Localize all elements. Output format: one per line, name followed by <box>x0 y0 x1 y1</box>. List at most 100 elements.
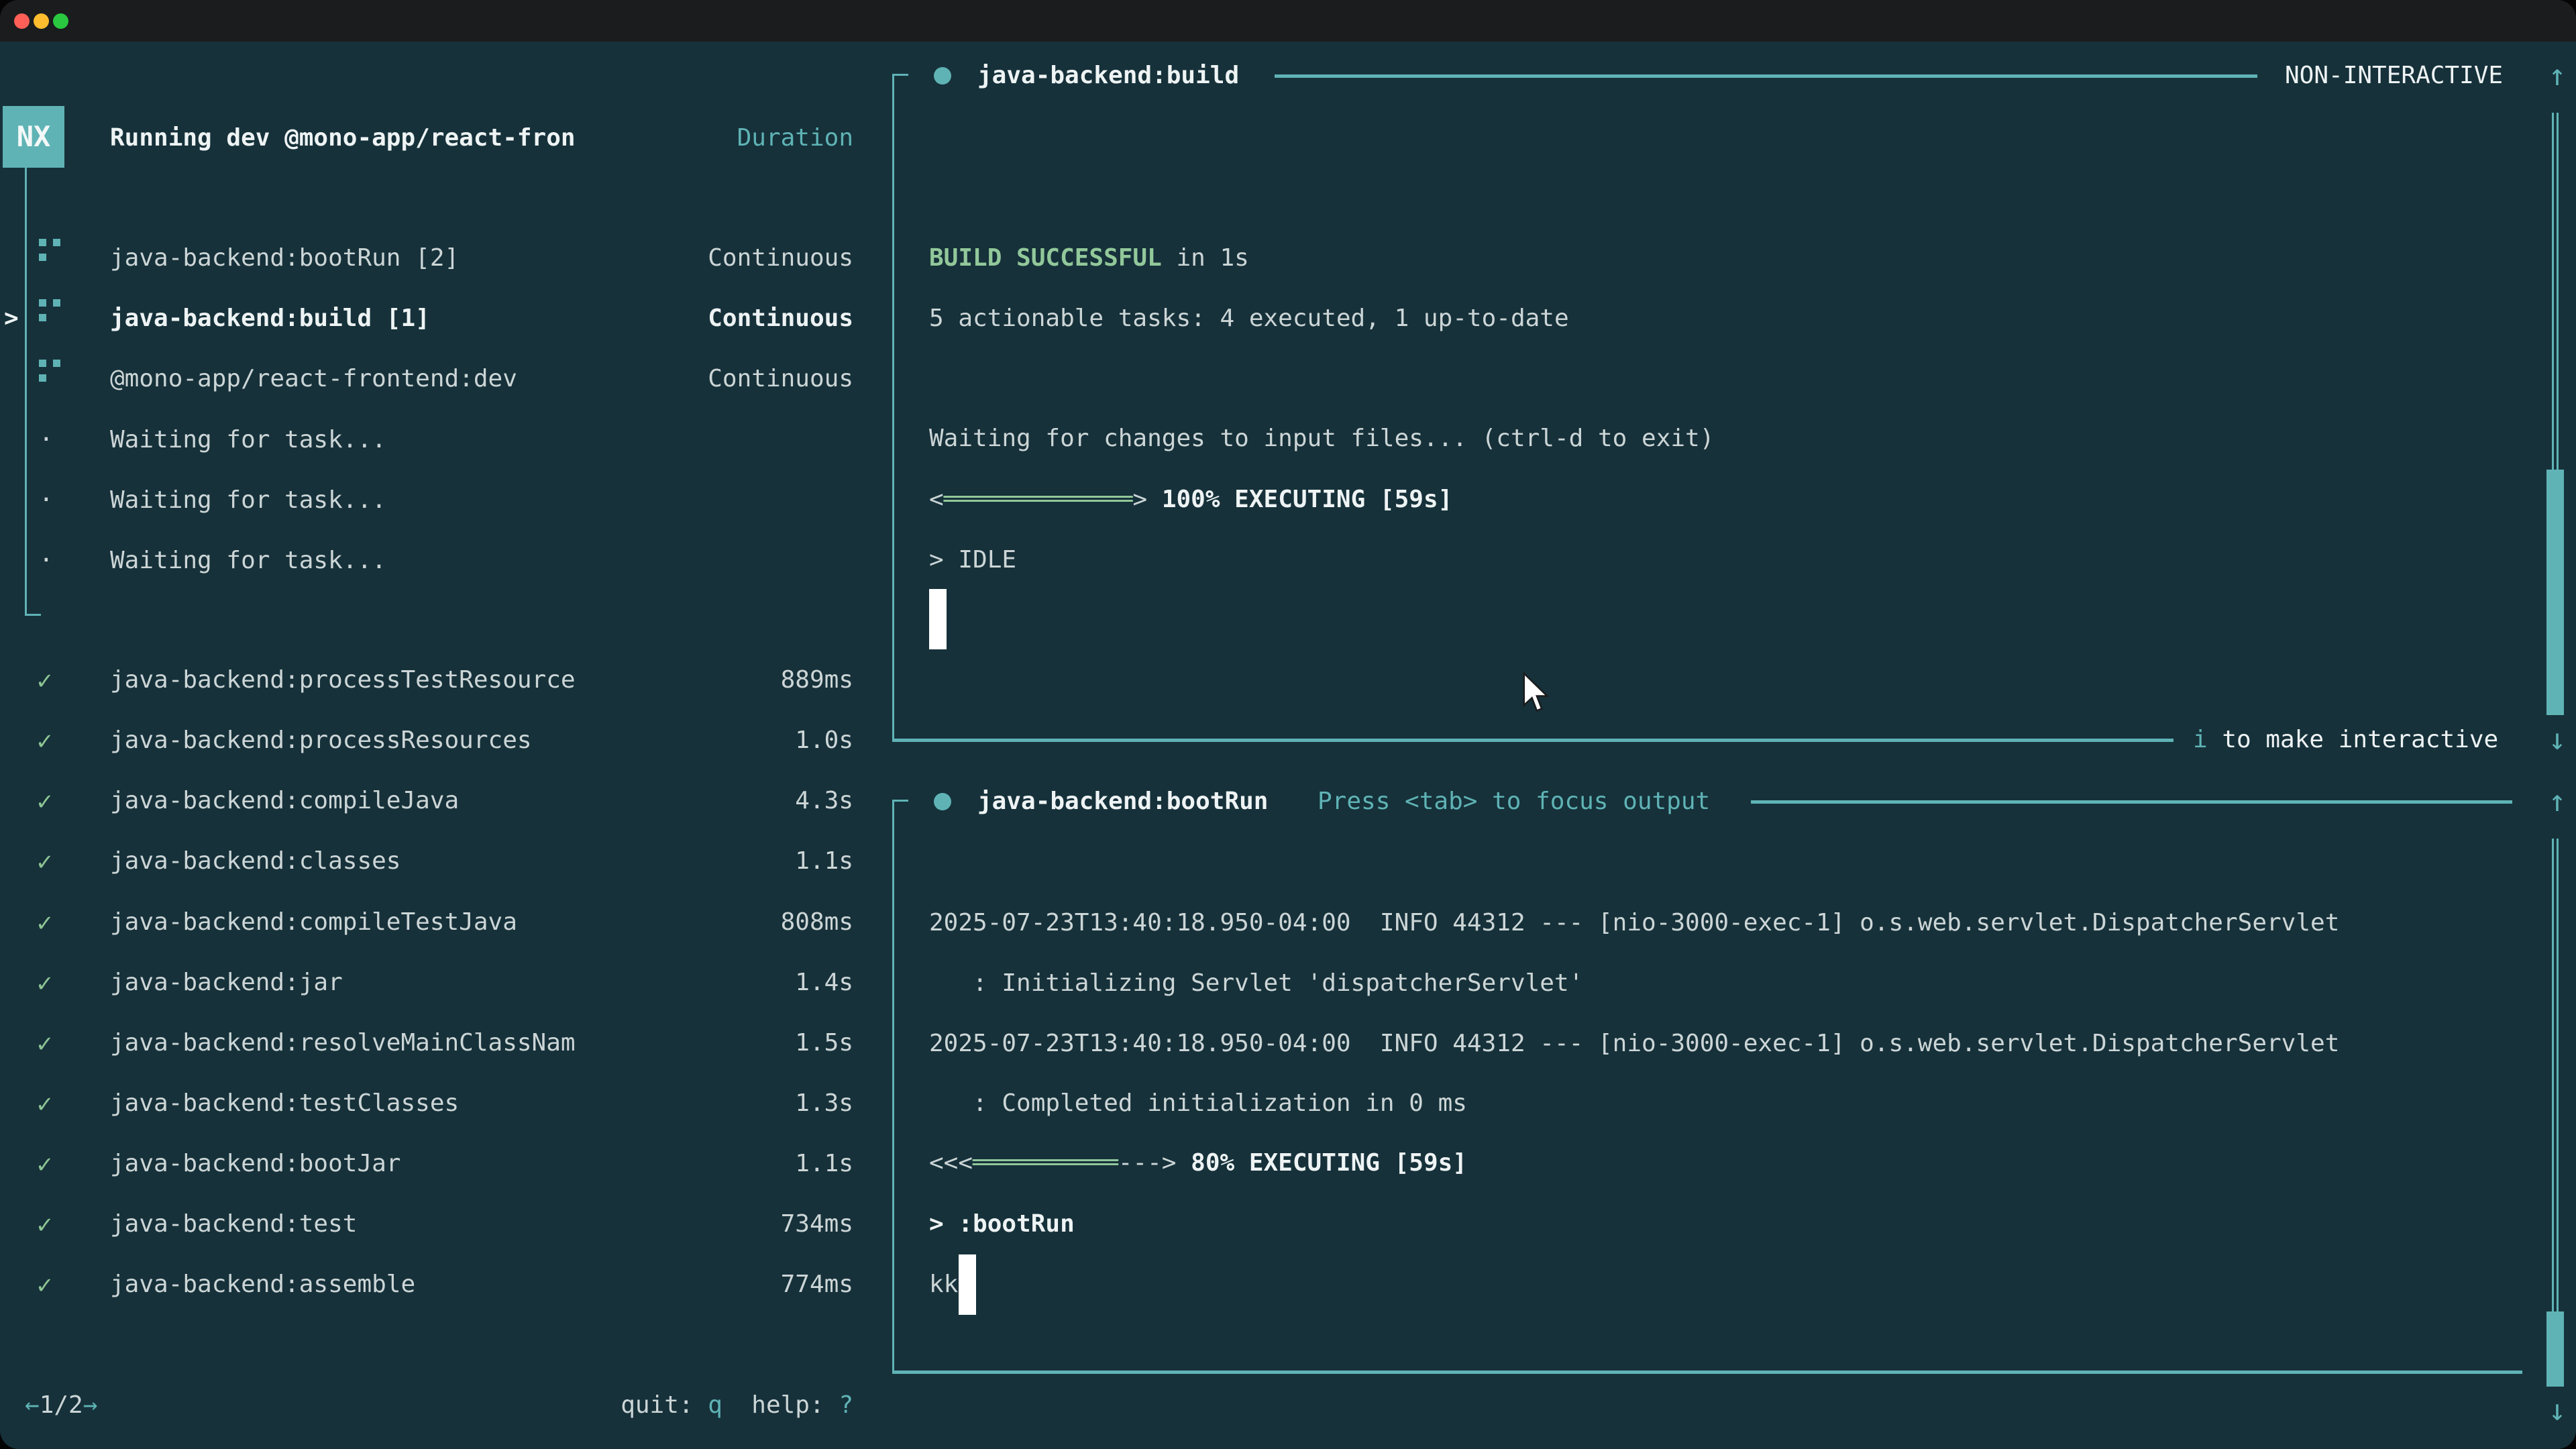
task-group-bracket-corner <box>25 614 41 616</box>
mouse-cursor <box>1521 672 1551 716</box>
interactive-hint-key: i <box>2193 726 2208 753</box>
task-name: Waiting for task... <box>110 531 386 591</box>
maximize-button[interactable] <box>53 13 68 29</box>
terminal-cursor <box>929 589 947 649</box>
completed-task-row[interactable]: ✓ java-backend:bootJar 1.1s <box>0 1134 892 1194</box>
scroll-up-icon[interactable]: ↑ <box>2537 771 2576 832</box>
log-line: 2025-07-23T13:40:18.950-04:00 INFO 44312… <box>929 893 2339 953</box>
log-line: : Completed initialization in 0 ms <box>929 1073 1467 1134</box>
check-icon: ✓ <box>37 650 52 710</box>
waiting-dot-icon: · <box>39 531 54 591</box>
check-icon: ✓ <box>37 1194 52 1254</box>
mode-badge: NON-INTERACTIVE <box>2285 46 2503 106</box>
completed-task-row[interactable]: ✓ java-backend:compileJava 4.3s <box>0 771 892 831</box>
task-name: java-backend:processTestResource <box>110 650 576 710</box>
pane-border-left <box>892 800 894 1373</box>
scroll-up-icon[interactable]: ↑ <box>2537 46 2576 106</box>
interactive-hint-text: to make interactive <box>2208 726 2498 753</box>
task-row[interactable]: · Waiting for task... <box>0 470 892 531</box>
duration-column-header: Duration <box>737 108 853 168</box>
minimize-button[interactable] <box>34 13 49 29</box>
pane-border-left <box>892 74 894 741</box>
completed-task-row[interactable]: ✓ java-backend:testClasses 1.3s <box>0 1073 892 1134</box>
scrollbar-track[interactable] <box>2552 113 2559 470</box>
task-name: java-backend:bootRun [2] <box>110 228 459 288</box>
prev-page-arrow-icon[interactable]: ← <box>25 1391 40 1419</box>
task-duration: 808ms <box>781 892 853 953</box>
scroll-down-icon[interactable]: ↓ <box>2537 710 2576 770</box>
titlebar <box>0 0 2576 42</box>
next-page-arrow-icon[interactable]: → <box>83 1391 98 1419</box>
pane-border-bottom <box>892 739 2174 742</box>
completed-task-row[interactable]: ✓ java-backend:processTestResource 889ms <box>0 650 892 710</box>
pane-border-corner <box>892 800 908 802</box>
pagination: ←1/2→ <box>25 1375 97 1436</box>
progress-fill: ═════════════ <box>944 486 1133 513</box>
task-duration: 4.3s <box>795 771 853 831</box>
task-name: java-backend:compileTestJava <box>110 892 517 953</box>
task-name: java-backend:compileJava <box>110 771 459 831</box>
task-name: Waiting for task... <box>110 410 386 470</box>
pane-border-corner <box>892 74 908 76</box>
spinner-icon <box>39 239 46 246</box>
task-row[interactable]: · Waiting for task... <box>0 531 892 591</box>
pane-header-rule <box>1275 74 2257 78</box>
progress-fill: ══════════ <box>973 1149 1118 1177</box>
gradle-task-prompt: > :bootRun <box>929 1194 1075 1254</box>
scrollbar-thumb[interactable] <box>2546 470 2564 715</box>
task-duration: 1.0s <box>795 710 853 771</box>
check-icon: ✓ <box>37 1013 52 1073</box>
idle-line: > IDLE <box>929 530 1016 590</box>
log-line: 2025-07-23T13:40:18.950-04:00 INFO 44312… <box>929 1014 2339 1074</box>
pane-border-bottom <box>892 1371 2522 1374</box>
check-icon: ✓ <box>37 710 52 771</box>
task-name: @mono-app/react-frontend:dev <box>110 349 517 409</box>
completed-task-row[interactable]: ✓ java-backend:classes 1.1s <box>0 831 892 892</box>
nx-logo: NX <box>3 106 64 168</box>
completed-task-row[interactable]: ✓ java-backend:resolveMainClassNam 1.5s <box>0 1013 892 1073</box>
task-name: java-backend:assemble <box>110 1254 415 1315</box>
pane-title[interactable]: java-backend:build <box>977 46 1239 106</box>
check-icon: ✓ <box>37 892 52 953</box>
progress-open: <<< <box>929 1149 973 1177</box>
quit-label: quit: <box>621 1391 708 1419</box>
check-icon: ✓ <box>37 1254 52 1315</box>
typed-input[interactable]: kk <box>929 1254 958 1315</box>
focus-hint: Press <tab> to focus output <box>1318 771 1710 832</box>
task-name: java-backend:build [1] <box>110 288 430 349</box>
completed-task-row[interactable]: ✓ java-backend:processResources 1.0s <box>0 710 892 771</box>
build-progress-line: <═════════════> 100% EXECUTING [59s] <box>929 470 1452 530</box>
task-row[interactable]: · @mono-app/react-frontend:dev Continuou… <box>0 349 892 409</box>
scrollbar-track[interactable] <box>2552 839 2559 1311</box>
scroll-down-icon[interactable]: ↓ <box>2537 1381 2576 1441</box>
check-icon: ✓ <box>37 953 52 1013</box>
scrollbar-thumb[interactable] <box>2546 1311 2564 1387</box>
page-indicator: 1/2 <box>40 1391 83 1419</box>
close-button[interactable] <box>14 13 30 29</box>
completed-task-row[interactable]: ✓ java-backend:test 734ms <box>0 1194 892 1254</box>
task-name: java-backend:jar <box>110 953 343 1013</box>
task-duration: 1.3s <box>795 1073 853 1134</box>
completed-task-row[interactable]: ✓ java-backend:compileTestJava 808ms <box>0 892 892 953</box>
pane-title[interactable]: java-backend:bootRun <box>977 771 1268 832</box>
terminal-window: NX Running dev @mono-app/react-fron Dura… <box>0 0 2576 1449</box>
task-duration: 774ms <box>781 1254 853 1315</box>
log-line: : Initializing Servlet 'dispatcherServle… <box>929 953 1583 1014</box>
progress-open: < <box>929 486 944 513</box>
task-duration: 1.4s <box>795 953 853 1013</box>
task-row[interactable]: · Waiting for task... <box>0 410 892 470</box>
task-duration: 1.5s <box>795 1013 853 1073</box>
completed-task-row[interactable]: ✓ java-backend:assemble 774ms <box>0 1254 892 1315</box>
task-duration: 889ms <box>781 650 853 710</box>
check-icon: ✓ <box>37 831 52 892</box>
task-row[interactable]: > · java-backend:build [1] Continuous <box>0 288 892 349</box>
check-icon: ✓ <box>37 1073 52 1134</box>
interactive-hint: i to make interactive <box>2193 710 2498 770</box>
build-status: BUILD SUCCESSFUL <box>929 244 1162 272</box>
build-summary-line: 5 actionable tasks: 4 executed, 1 up-to-… <box>929 288 1569 349</box>
progress-close: > <box>1132 486 1161 513</box>
check-icon: ✓ <box>37 1134 52 1194</box>
task-row[interactable]: · java-backend:bootRun [2] Continuous <box>0 228 892 288</box>
completed-task-row[interactable]: ✓ java-backend:jar 1.4s <box>0 953 892 1013</box>
task-bullet-icon <box>934 793 951 810</box>
